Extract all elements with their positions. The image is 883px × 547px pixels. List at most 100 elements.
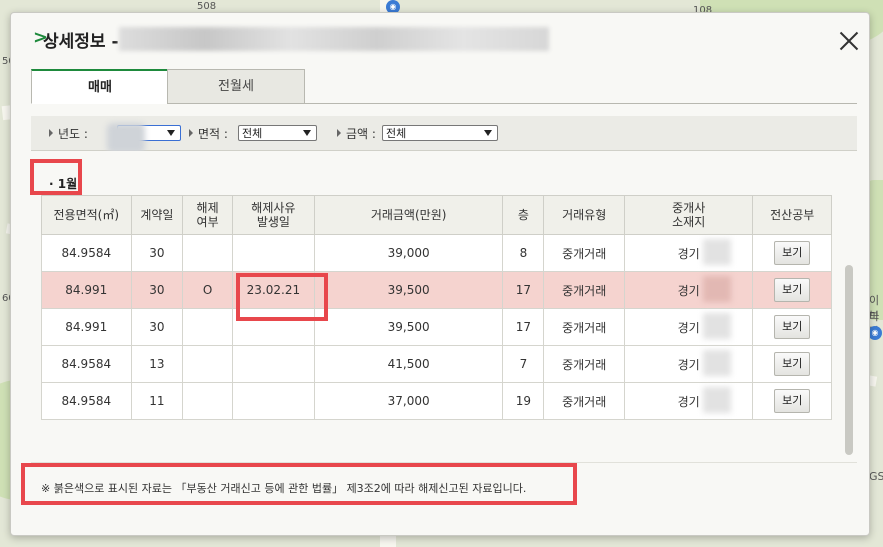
broker-text: 경기 bbox=[677, 320, 700, 335]
map-label: 508 bbox=[197, 1, 217, 12]
broker-redacted bbox=[702, 350, 731, 376]
year-redacted bbox=[107, 123, 145, 153]
table-header-row: 전용면적(㎡) 계약일 해제 여부 해제사유 발생일 거래금액(만원) 층 거래… bbox=[41, 195, 832, 235]
cell-area: 84.9584 bbox=[41, 345, 132, 383]
year-filter-label: 년도 : bbox=[49, 125, 88, 142]
col-day: 계약일 bbox=[130, 195, 184, 235]
cell-floor: 7 bbox=[502, 345, 545, 383]
cell-price: 41,500 bbox=[313, 345, 504, 383]
col-floor: 층 bbox=[502, 195, 545, 235]
cell-floor: 19 bbox=[502, 382, 545, 420]
cell-floor: 17 bbox=[502, 271, 545, 309]
cell-records: 보기 bbox=[752, 271, 832, 309]
tab-sale[interactable]: 매매 bbox=[31, 69, 169, 104]
cell-records: 보기 bbox=[752, 382, 832, 420]
cell-area: 84.991 bbox=[41, 271, 132, 309]
cell-day: 30 bbox=[130, 308, 184, 346]
area-filter-label: 면적 : bbox=[189, 125, 228, 142]
view-button[interactable]: 보기 bbox=[774, 389, 811, 413]
broker-redacted bbox=[702, 276, 731, 302]
tab-rent[interactable]: 전월세 bbox=[167, 69, 305, 104]
header-text: 전용면적(㎡) bbox=[53, 208, 120, 222]
cell-cancel bbox=[182, 234, 233, 272]
header-text: 계약일 bbox=[140, 208, 174, 222]
cell-day: 11 bbox=[130, 382, 184, 420]
cell-type: 중개거래 bbox=[543, 308, 625, 346]
broker-text: 경기 bbox=[677, 394, 700, 409]
header-text: 층 bbox=[517, 208, 529, 222]
col-price: 거래금액(만원) bbox=[313, 195, 504, 235]
table-row: 84.991 30 39,500 17 중개거래 경기 보기 bbox=[41, 308, 832, 346]
broker-text: 경기 bbox=[677, 246, 700, 261]
cell-broker: 경기 bbox=[623, 345, 754, 383]
header-text: 거래유형 bbox=[562, 208, 607, 222]
cell-broker: 경기 bbox=[623, 271, 754, 309]
view-button[interactable]: 보기 bbox=[774, 315, 811, 339]
cell-cancel-date bbox=[231, 234, 315, 272]
table-row-cancelled: 84.991 30 O 23.02.21 39,500 17 중개거래 경기 보… bbox=[41, 271, 832, 309]
amount-select[interactable]: 전체 bbox=[382, 125, 498, 141]
cell-records: 보기 bbox=[752, 345, 832, 383]
header-text: 해제 여부 bbox=[196, 201, 219, 229]
cell-cancel-date bbox=[231, 345, 315, 383]
cell-price: 37,000 bbox=[313, 382, 504, 420]
cell-broker: 경기 bbox=[623, 308, 754, 346]
header-text: 중개사 소재지 bbox=[672, 201, 706, 229]
area-select-value: 전체 bbox=[242, 127, 263, 140]
area-select[interactable]: 전체 bbox=[238, 125, 317, 141]
view-button[interactable]: 보기 bbox=[774, 278, 811, 302]
cell-day: 30 bbox=[130, 234, 184, 272]
cell-cancel bbox=[182, 308, 233, 346]
area-label-text: 면적 : bbox=[198, 127, 228, 141]
highlight-box bbox=[21, 463, 577, 505]
broker-redacted bbox=[702, 313, 731, 339]
col-broker: 중개사 소재지 bbox=[623, 195, 754, 235]
year-label-text: 년도 : bbox=[58, 127, 88, 141]
cell-price: 39,500 bbox=[313, 271, 504, 309]
cell-day: 13 bbox=[130, 345, 184, 383]
cell-day: 30 bbox=[130, 271, 184, 309]
amount-select-value: 전체 bbox=[386, 127, 407, 140]
filter-bar: 년도 : 2 면적 : 전체 금액 : 전체 bbox=[31, 116, 857, 151]
broker-redacted bbox=[702, 387, 731, 413]
cell-type: 중개거래 bbox=[543, 234, 625, 272]
cell-floor: 8 bbox=[502, 234, 545, 272]
cell-floor: 17 bbox=[502, 308, 545, 346]
cell-area: 84.9584 bbox=[41, 382, 132, 420]
amount-filter-label: 금액 : bbox=[337, 125, 376, 142]
highlight-box bbox=[236, 273, 328, 321]
header-text: 전산공부 bbox=[770, 208, 815, 222]
cell-type: 중개거래 bbox=[543, 345, 625, 383]
col-records: 전산공부 bbox=[752, 195, 832, 235]
table-row: 84.9584 30 39,000 8 중개거래 경기 보기 bbox=[41, 234, 832, 272]
col-cancel: 해제 여부 bbox=[182, 195, 233, 235]
bus-stop-icon[interactable]: ◉ bbox=[868, 326, 882, 340]
map-label: GS bbox=[869, 470, 883, 483]
cell-records: 보기 bbox=[752, 234, 832, 272]
broker-text: 경기 bbox=[677, 357, 700, 372]
triangle-right-icon bbox=[337, 129, 341, 137]
vertical-scrollbar[interactable] bbox=[845, 265, 853, 455]
cell-cancel-date bbox=[231, 382, 315, 420]
view-button[interactable]: 보기 bbox=[774, 241, 811, 265]
amount-label-text: 금액 : bbox=[346, 127, 376, 141]
view-button[interactable]: 보기 bbox=[774, 352, 811, 376]
detail-dialog: > 상세정보 - 매매 전월세 년도 : 2 면적 : 전체 금액 : 전체 ·… bbox=[10, 12, 870, 536]
cell-type: 중개거래 bbox=[543, 271, 625, 309]
cell-cancel: O bbox=[182, 271, 233, 309]
col-cancel-date: 해제사유 발생일 bbox=[231, 195, 315, 235]
cell-broker: 경기 bbox=[623, 234, 754, 272]
triangle-right-icon bbox=[49, 129, 53, 137]
deal-table: 전용면적(㎡) 계약일 해제 여부 해제사유 발생일 거래금액(만원) 층 거래… bbox=[41, 195, 832, 420]
deal-content: · 1월 전용면적(㎡) 계약일 해제 여부 해제사유 발생일 거래금액(만원)… bbox=[30, 151, 857, 461]
cell-price: 39,000 bbox=[313, 234, 504, 272]
title-redacted bbox=[119, 27, 549, 51]
col-area: 전용면적(㎡) bbox=[41, 195, 132, 235]
cell-cancel bbox=[182, 345, 233, 383]
tab-bar: 매매 전월세 bbox=[31, 69, 857, 104]
close-icon[interactable] bbox=[837, 29, 861, 53]
header-text: 해제사유 발생일 bbox=[251, 201, 296, 229]
cell-broker: 경기 bbox=[623, 382, 754, 420]
cell-records: 보기 bbox=[752, 308, 832, 346]
col-type: 거래유형 bbox=[543, 195, 625, 235]
